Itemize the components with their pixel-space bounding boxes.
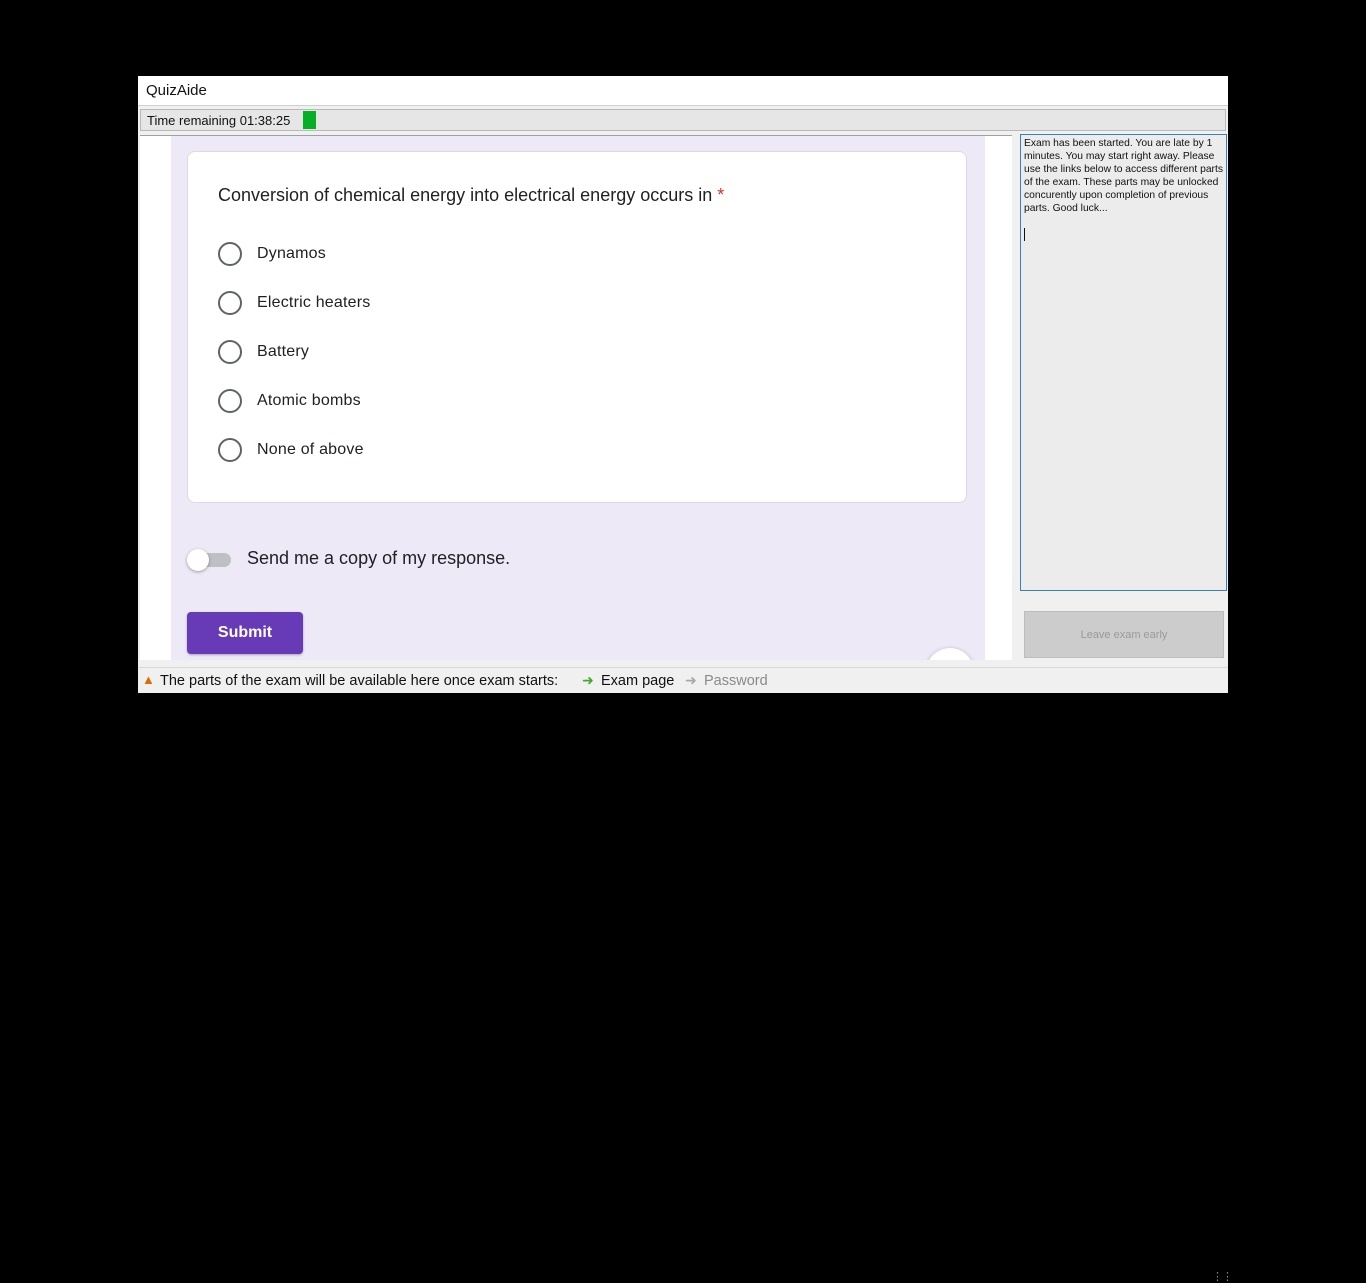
option-label: Dynamos [257, 245, 326, 262]
toggle-thumb[interactable] [187, 549, 209, 571]
radio-button[interactable] [218, 242, 242, 266]
resize-grip-icon[interactable]: ⋮⋮ [1212, 1270, 1233, 1283]
time-remaining-bar: Time remaining 01:38:25 [140, 109, 1226, 131]
time-progress-fill [303, 111, 316, 129]
arrow-right-icon: ➜ [685, 672, 697, 688]
app-window: QuizAide Time remaining 01:38:25 Convers… [138, 76, 1233, 1283]
required-asterisk: * [717, 185, 725, 205]
radio-button[interactable] [218, 291, 242, 315]
option-label: Battery [257, 343, 310, 360]
radio-button[interactable] [218, 340, 242, 364]
warning-icon: ▲ [142, 672, 155, 687]
option-label: None of above [257, 441, 364, 458]
question-title: Conversion of chemical energy into elect… [218, 185, 724, 206]
text-caret [1024, 228, 1025, 241]
radio-button[interactable] [218, 438, 242, 462]
option-label: Atomic bombs [257, 392, 361, 409]
exam-page-link[interactable]: Exam page [601, 673, 674, 689]
exam-info-textbox[interactable]: Exam has been started. You are late by 1… [1020, 134, 1227, 591]
arrow-right-icon: ➜ [582, 672, 594, 688]
app-title: QuizAide [146, 82, 207, 99]
send-copy-label: Send me a copy of my response. [247, 548, 511, 568]
radio-button[interactable] [218, 389, 242, 413]
send-copy-toggle[interactable] [187, 548, 233, 572]
question-text: Conversion of chemical energy into elect… [218, 185, 713, 205]
time-remaining-label: Time remaining 01:38:25 [147, 113, 291, 128]
leave-exam-early-button[interactable]: Leave exam early [1024, 611, 1224, 658]
exam-form-view[interactable]: Conversion of chemical energy into elect… [140, 135, 1012, 660]
status-message: The parts of the exam will be available … [160, 673, 559, 689]
exam-info-message: Exam has been started. You are late by 1… [1024, 138, 1223, 214]
title-bar: QuizAide [138, 76, 1228, 106]
question-card: Conversion of chemical energy into elect… [187, 151, 967, 503]
submit-button[interactable]: Submit [187, 612, 303, 654]
status-bar: ▲ The parts of the exam will be availabl… [138, 667, 1233, 1283]
option-label: Electric heaters [257, 294, 371, 311]
password-link: Password [704, 673, 768, 689]
